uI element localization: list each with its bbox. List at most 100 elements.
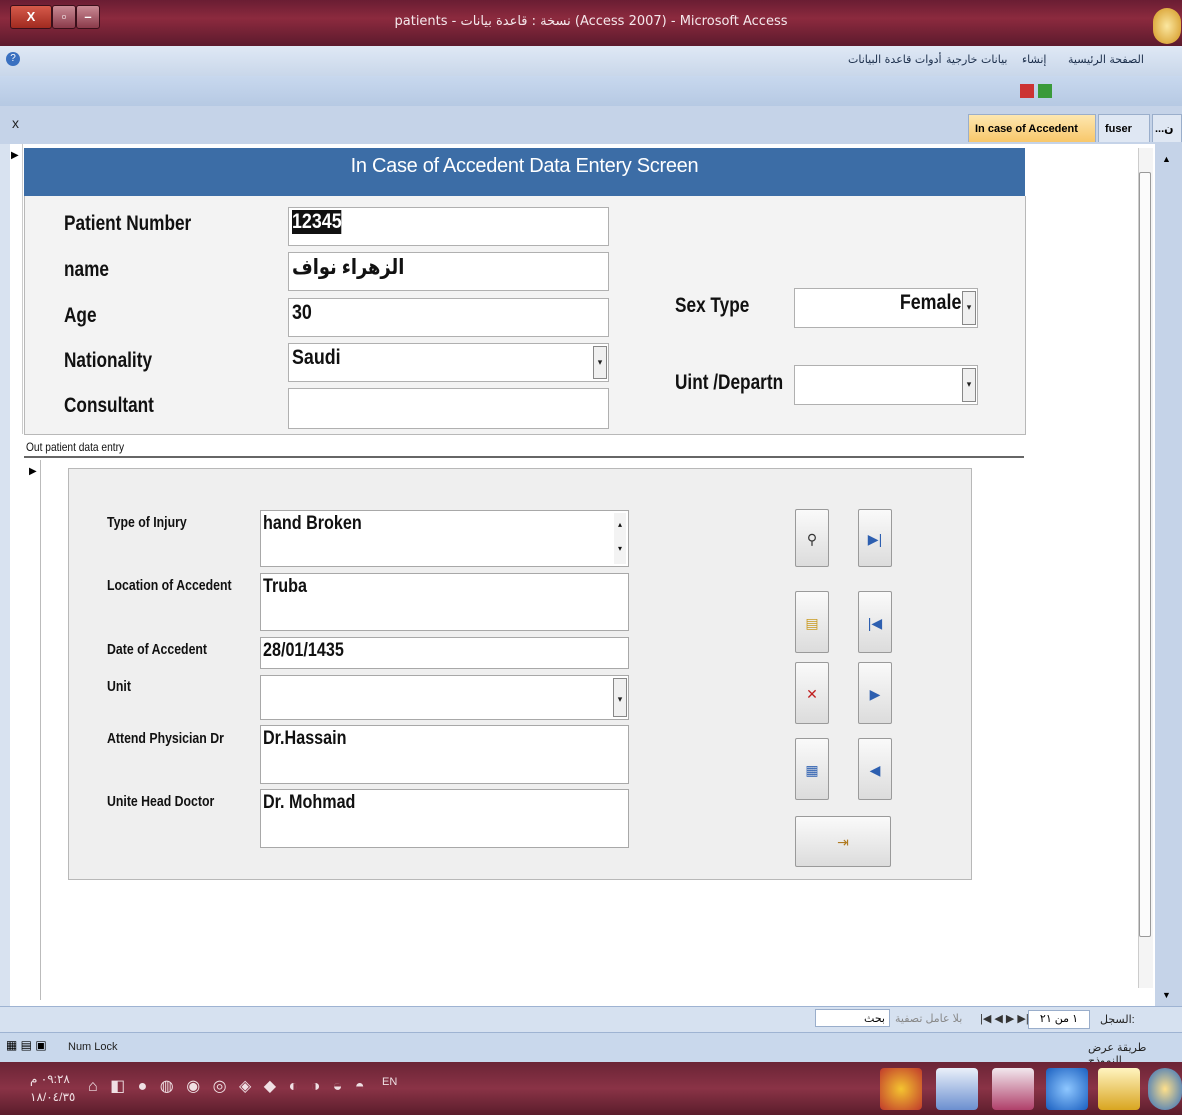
search-field[interactable]: بحث (815, 1009, 890, 1027)
tab-other[interactable]: ...ن (1152, 114, 1182, 142)
next-record-button[interactable]: ▶ (858, 662, 892, 724)
previous-record-button[interactable]: ◀ (858, 738, 892, 800)
sex-type-combobox[interactable]: Female ▾ (794, 288, 978, 328)
date-label: Date of Accedent (107, 641, 208, 658)
last-record-button[interactable]: ▶| (858, 509, 892, 567)
restore-window-button[interactable]: ▫ (52, 5, 76, 29)
type-of-injury-field[interactable]: hand Broken ▴ ▾ (260, 510, 629, 567)
nationality-value: Saudi (292, 346, 341, 369)
find-record-button[interactable]: ⚲ (795, 509, 829, 567)
outer-scrollbar[interactable]: ▲ ▼ (1155, 144, 1182, 1006)
head-doctor-field[interactable]: Dr. Mohmad (260, 789, 629, 848)
status-bar (0, 1032, 1182, 1063)
view-switch-icons[interactable]: ▦ ▤ ▣ (6, 1038, 47, 1052)
nationality-combobox[interactable]: Saudi ▾ (288, 343, 609, 382)
subform-record-selector[interactable]: ▶ (26, 460, 41, 1000)
ie-icon[interactable] (1046, 1068, 1088, 1110)
age-label: Age (64, 304, 97, 327)
attend-physician-label: Attend Physician Dr (107, 730, 224, 747)
new-record-button[interactable]: ▤ (795, 591, 829, 653)
sex-type-value: Female (899, 291, 961, 314)
unit-department-combobox[interactable]: ▾ (794, 365, 978, 405)
patient-number-label: Patient Number (64, 212, 192, 235)
start-button-icon[interactable] (1148, 1068, 1182, 1110)
record-selector[interactable]: ▶ (10, 144, 23, 434)
type-of-injury-label: Type of Injury (107, 514, 187, 531)
exit-icon: ⇥ (837, 834, 849, 850)
help-icon[interactable]: ? (6, 52, 20, 66)
save-record-button[interactable]: ▦ (795, 738, 829, 800)
sex-type-dropdown-icon[interactable]: ▾ (962, 291, 976, 325)
record-position-field[interactable]: ١ من ٢١ (1028, 1010, 1090, 1029)
title-bar: patients - نسخة : قاعدة بيانات (Access 2… (0, 0, 1182, 46)
quick-access-toolbar (0, 76, 1182, 107)
location-value: Truba (263, 576, 307, 597)
patient-number-value: 12345 (292, 210, 342, 234)
office-button-icon[interactable] (1153, 8, 1181, 44)
attend-physician-value: Dr.Hassain (263, 728, 347, 749)
patient-number-field[interactable]: 12345 (288, 207, 609, 246)
undo-icon[interactable] (1038, 84, 1052, 98)
tab-database-tools[interactable]: أدوات قاعدة البيانات (848, 53, 942, 66)
name-field[interactable]: الزهراء نواف (288, 252, 609, 291)
head-doctor-label: Unite Head Doctor (107, 793, 215, 810)
tab-home[interactable]: الصفحة الرئيسية (1068, 53, 1144, 66)
unit-department-label: Uint /Departn (675, 371, 784, 394)
consultant-label: Consultant (64, 394, 154, 417)
form-header-title: In Case of Accedent Data Entery Screen (24, 148, 1025, 196)
subform-label: Out patient data entry (26, 440, 125, 454)
age-field[interactable]: 30 (288, 298, 609, 337)
tab-fuser[interactable]: fuser (1098, 114, 1150, 142)
clock-date[interactable]: ١٨/٠٤/٣٥ (30, 1090, 75, 1104)
num-lock-status: Num Lock (68, 1041, 118, 1053)
tab-external-data[interactable]: بيانات خارجية (946, 53, 1007, 66)
scroll-down-icon[interactable]: ▼ (1162, 990, 1171, 1000)
find-icon: ⚲ (806, 531, 818, 547)
attend-physician-field[interactable]: Dr.Hassain (260, 725, 629, 784)
tab-in-case-of-accedent[interactable]: In case of Accedent (968, 114, 1096, 142)
nationality-dropdown-icon[interactable]: ▾ (593, 346, 607, 379)
delete-record-button[interactable]: ✕ (795, 662, 829, 724)
first-record-icon: |◀ (867, 615, 883, 631)
unit-dropdown-icon[interactable]: ▾ (613, 678, 627, 717)
clock-time[interactable]: ٠٩:٢٨ م (30, 1072, 70, 1086)
date-value: 28/01/1435 (263, 640, 344, 661)
sex-type-label: Sex Type (675, 294, 750, 317)
tray-icons[interactable]: ⌂ ◧ ● ◍ ◉ ◎ ◈ ◆ ◐ ◑ ◒ ◓ (88, 1076, 369, 1096)
scroll-up-icon[interactable]: ▲ (1162, 154, 1171, 164)
previous-record-icon: ◀ (869, 762, 881, 778)
scrollbar-thumb[interactable] (1139, 172, 1151, 937)
consultant-field[interactable] (288, 388, 609, 429)
unit-combobox[interactable]: ▾ (260, 675, 629, 720)
first-record-button[interactable]: |◀ (858, 591, 892, 653)
language-indicator[interactable]: EN (382, 1076, 397, 1088)
delete-record-icon: ✕ (806, 686, 818, 702)
tab-create[interactable]: إنشاء (1022, 53, 1046, 66)
name-label: name (64, 258, 109, 281)
location-field[interactable]: Truba (260, 573, 629, 631)
exit-form-button[interactable]: ⇥ (795, 816, 891, 867)
record-label: السجل: (1100, 1014, 1135, 1026)
name-value: الزهراء نواف (292, 256, 405, 279)
date-field[interactable]: 28/01/1435 (260, 637, 629, 669)
type-of-injury-value: hand Broken (263, 513, 362, 534)
minimize-window-button[interactable]: – (76, 5, 100, 29)
explorer-icon[interactable] (1098, 1068, 1140, 1110)
close-form-icon[interactable]: x (12, 115, 19, 131)
qat-icons[interactable] (1020, 84, 1060, 100)
record-nav-buttons[interactable]: |◀ ◀ ▶ ▶| (980, 1012, 1029, 1025)
chrome-icon[interactable] (880, 1068, 922, 1110)
word-icon[interactable] (936, 1068, 978, 1110)
head-doctor-value: Dr. Mohmad (263, 792, 356, 813)
unit-department-dropdown-icon[interactable]: ▾ (962, 368, 976, 402)
location-label: Location of Accedent (107, 577, 232, 594)
access-icon[interactable] (992, 1068, 1034, 1110)
save-icon[interactable] (1020, 84, 1034, 98)
new-record-icon: ▤ (805, 615, 819, 631)
close-window-button[interactable]: X (10, 5, 52, 29)
age-value: 30 (292, 301, 312, 324)
filter-status[interactable]: بلا عامل تصفية (895, 1012, 962, 1025)
nationality-label: Nationality (64, 349, 153, 372)
window-title: patients - نسخة : قاعدة بيانات (Access 2… (394, 14, 788, 29)
injury-scroll-icon[interactable]: ▴ ▾ (614, 513, 626, 564)
